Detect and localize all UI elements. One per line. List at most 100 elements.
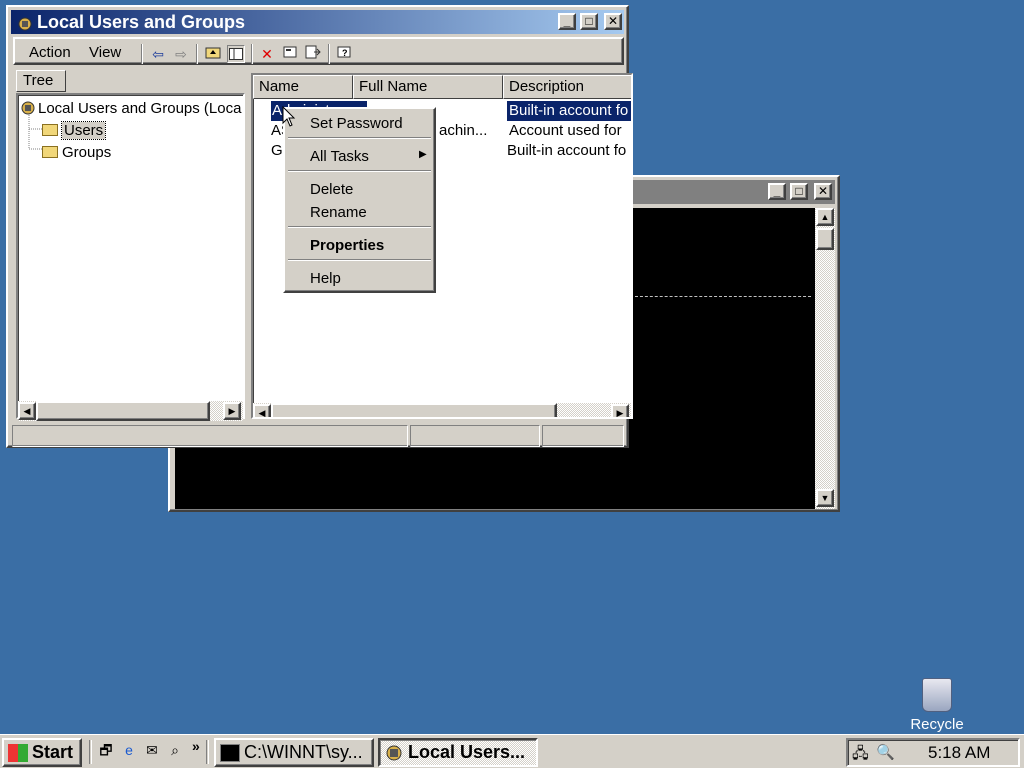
maximize-icon: □	[585, 14, 593, 28]
folder-icon	[42, 124, 58, 136]
forward-icon[interactable]: ⇨	[172, 45, 190, 63]
list-horizontal-scrollbar[interactable]: ◀ ▶	[253, 403, 631, 418]
submenu-arrow-icon: ▶	[419, 149, 427, 160]
minimize-button[interactable]: _	[558, 13, 576, 30]
arrow-left-icon: ◀	[258, 408, 266, 418]
internet-explorer-icon[interactable]: e	[120, 741, 138, 759]
search-icon[interactable]: ⌕	[166, 741, 184, 759]
system-tray: 🖧 🔍 5:18 AM	[846, 738, 1020, 767]
quicklaunch-overflow-icon[interactable]: »	[192, 738, 200, 754]
arrow-right-icon: ▶	[616, 408, 624, 418]
computer-management-icon	[384, 744, 404, 762]
console-dashed-line	[635, 296, 811, 297]
network-icon[interactable]: 🖧	[852, 743, 869, 768]
context-menu: Set Password All Tasks ▶ Delete Rename P…	[283, 107, 436, 293]
start-button[interactable]: Start	[2, 738, 82, 767]
scroll-right-button[interactable]: ▶	[223, 402, 241, 420]
recycle-bin[interactable]: Recycle	[904, 675, 970, 735]
cell-description: Built-in account fo	[507, 142, 627, 159]
arrow-up-icon: ▲	[820, 212, 830, 222]
arrow-right-icon: ▶	[228, 406, 236, 416]
cell-full-name: achin...	[439, 122, 488, 139]
taskbar: Start 🗗 e ✉ ⌕ » C:\WINNT\sy... Local Use…	[0, 734, 1024, 768]
tab-tree[interactable]: Tree	[16, 70, 66, 92]
cell-description: Account used for	[509, 122, 622, 139]
cell-description: Built-in account fo	[507, 101, 631, 121]
close-button[interactable]: ✕	[604, 13, 622, 30]
task-label: Local Users...	[408, 742, 526, 762]
back-icon[interactable]: ⇦	[149, 45, 167, 63]
menu-item-help[interactable]: Help	[310, 269, 341, 289]
status-bar-pane	[12, 425, 408, 447]
menu-separator	[288, 259, 431, 261]
status-bar-pane	[542, 425, 624, 447]
export-icon[interactable]	[304, 45, 322, 63]
console-maximize-button[interactable]: □	[790, 183, 808, 200]
toolbar-separator	[141, 44, 143, 64]
menu-item-set-password[interactable]: Set Password	[310, 114, 403, 134]
tree-item-users[interactable]: Users	[42, 121, 107, 141]
minimize-icon: _	[773, 184, 781, 198]
help-icon[interactable]: ?	[336, 45, 354, 63]
tree-item-label: Users	[60, 121, 107, 140]
taskbar-button-local-users[interactable]: Local Users...	[378, 738, 538, 767]
column-header-name[interactable]: Name	[253, 75, 353, 99]
tree-item-label: Groups	[62, 144, 112, 161]
delete-icon[interactable]: ✕	[258, 45, 276, 63]
scroll-left-button[interactable]: ◀	[253, 404, 271, 418]
menu-view[interactable]: View	[89, 44, 121, 61]
svg-text:?: ?	[342, 48, 348, 58]
outlook-express-icon[interactable]: ✉	[143, 741, 161, 759]
console-scroll-thumb[interactable]	[816, 228, 834, 250]
windows-logo-icon	[8, 744, 28, 762]
show-desktop-icon[interactable]: 🗗	[97, 741, 115, 759]
tree-pane[interactable]: Local Users and Groups (Loca Users Group…	[16, 93, 245, 421]
start-label: Start	[32, 742, 74, 762]
tree-scroll-thumb[interactable]	[36, 401, 210, 421]
window-title: Local Users and Groups	[37, 12, 246, 32]
console-close-button[interactable]: ✕	[814, 183, 832, 200]
console-vertical-scrollbar[interactable]: ▲ ▼	[815, 208, 835, 509]
menu-separator	[288, 137, 431, 139]
console-minimize-button[interactable]: _	[768, 183, 786, 200]
taskbar-separator	[206, 740, 209, 764]
scroll-left-button[interactable]: ◀	[18, 402, 36, 420]
task-label: C:\WINNT\sy...	[244, 742, 363, 762]
toolbar-separator	[328, 44, 330, 64]
recycle-bin-label: Recycle	[910, 716, 964, 733]
taskbar-button-console[interactable]: C:\WINNT\sy...	[214, 738, 374, 767]
scroll-right-button[interactable]: ▶	[611, 404, 629, 418]
up-folder-icon[interactable]	[204, 45, 222, 63]
clock[interactable]: 5:18 AM	[928, 743, 990, 763]
toolbar-separator	[196, 44, 198, 64]
mouse-cursor-icon	[282, 106, 296, 127]
window-title-bar[interactable]: Local Users and Groups	[11, 10, 624, 34]
folder-icon	[42, 146, 58, 158]
show-tree-icon[interactable]	[227, 45, 245, 63]
menu-toolbar: Action View ⇦ ⇨ ✕ ?	[13, 37, 624, 65]
menu-item-properties[interactable]: Properties	[310, 236, 384, 256]
menu-separator	[288, 170, 431, 172]
menu-item-rename[interactable]: Rename	[310, 203, 367, 223]
tree-item-groups[interactable]: Groups	[42, 143, 111, 163]
recycle-bin-icon	[922, 678, 952, 712]
scroll-up-button[interactable]: ▲	[816, 208, 834, 226]
toolbar-separator	[251, 44, 253, 64]
maximize-button[interactable]: □	[580, 13, 598, 30]
volume-search-icon[interactable]: 🔍	[876, 743, 895, 761]
close-icon: ✕	[607, 14, 619, 28]
menu-action[interactable]: Action	[29, 44, 71, 61]
list-scroll-thumb[interactable]	[271, 403, 557, 417]
tree-root[interactable]: Local Users and Groups (Loca	[20, 99, 241, 119]
minimize-icon: _	[563, 14, 571, 28]
status-bar-pane	[410, 425, 540, 447]
scroll-down-button[interactable]: ▼	[816, 489, 834, 507]
properties-icon[interactable]	[281, 45, 299, 63]
menu-item-delete[interactable]: Delete	[310, 180, 353, 200]
tree-horizontal-scrollbar[interactable]: ◀ ▶	[18, 401, 243, 421]
menu-item-all-tasks[interactable]: All Tasks	[310, 147, 369, 167]
column-header-full-name[interactable]: Full Name	[353, 75, 503, 99]
tree-lines	[28, 115, 42, 150]
column-header-description[interactable]: Description	[503, 75, 631, 99]
command-prompt-icon	[220, 744, 240, 762]
